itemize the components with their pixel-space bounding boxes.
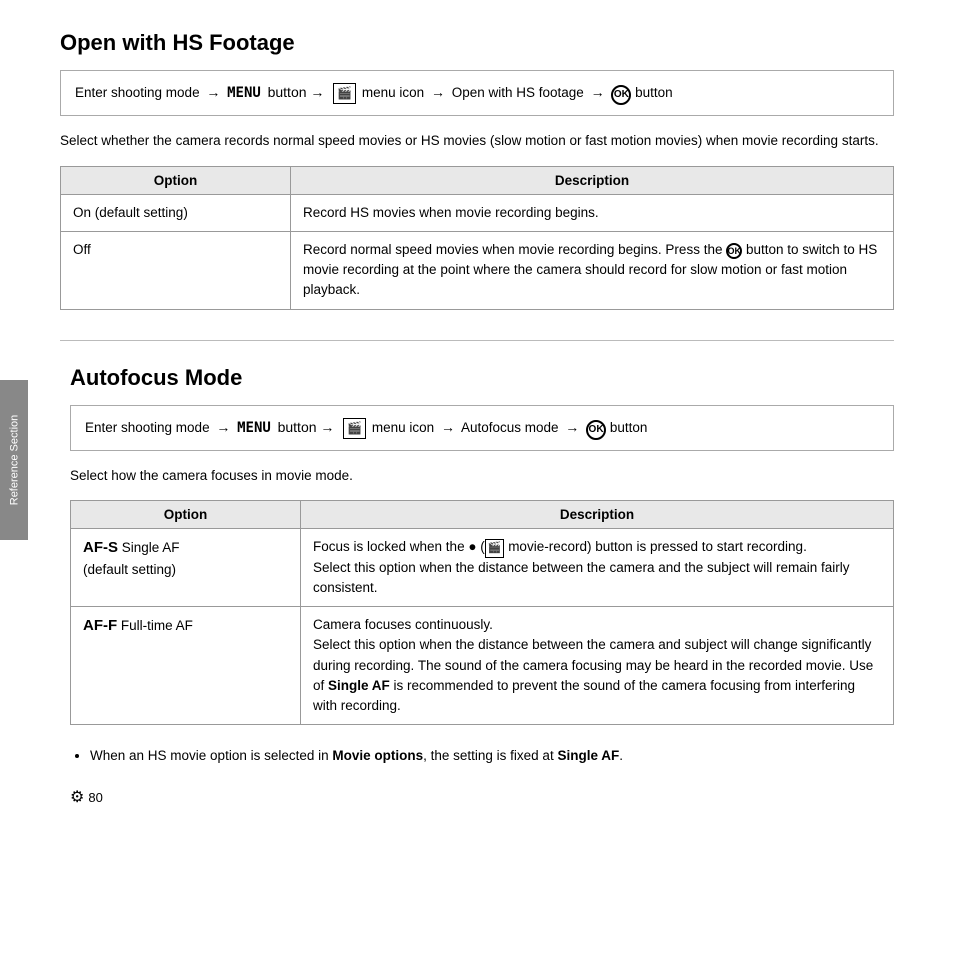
section2-instruction-box: Enter shooting mode → MENU button → 🎬 me…	[70, 405, 894, 451]
s2-arrow2: button →	[278, 419, 335, 435]
section-divider	[60, 340, 894, 341]
table-row: AF-F Full-time AF Camera focuses continu…	[71, 607, 894, 725]
arrow2: button →	[268, 84, 325, 100]
s2-arrow4: →	[565, 419, 579, 435]
arrow3: →	[431, 84, 445, 100]
row1-option: On (default setting)	[61, 194, 291, 231]
arrow1: →	[206, 84, 220, 100]
afs-suffix: Single AF	[122, 540, 180, 555]
row1-description: Record HS movies when movie recording be…	[291, 194, 894, 231]
s2-path-text: Autofocus mode	[461, 420, 562, 435]
row2-option: Off	[61, 231, 291, 309]
movie-record-icon: 🎬	[485, 539, 505, 558]
sidebar-tab-label: Reference Section	[8, 415, 20, 506]
path-text: Open with HS footage	[452, 85, 588, 100]
table1-header-option: Option	[61, 166, 291, 194]
bold-single-af: Single AF	[328, 678, 390, 693]
s2-arrow1: →	[216, 419, 230, 435]
table-row: On (default setting) Record HS movies wh…	[61, 194, 894, 231]
aff-option: AF-F Full-time AF	[71, 607, 301, 725]
s2-menu-icon-text: menu icon	[372, 420, 438, 435]
afs-sub: (default setting)	[83, 562, 176, 577]
s2-arrow3: →	[441, 419, 455, 435]
bullet-list: When an HS movie option is selected in M…	[90, 745, 894, 767]
section2-title: Autofocus Mode	[70, 365, 894, 391]
table1-header-description: Description	[291, 166, 894, 194]
movie-icon-1: 🎬	[333, 83, 356, 104]
page-footer: ⚙ 80	[70, 787, 894, 807]
section1-instruction-box: Enter shooting mode → MENU button → 🎬 me…	[60, 70, 894, 116]
table2-header-option: Option	[71, 501, 301, 529]
section1-intro: Select whether the camera records normal…	[60, 130, 894, 152]
section2-intro: Select how the camera focuses in movie m…	[70, 465, 894, 487]
aff-description: Camera focuses continuously. Select this…	[301, 607, 894, 725]
aff-suffix: Full-time AF	[121, 618, 193, 633]
s2-instruction-prefix: Enter shooting mode	[85, 420, 213, 435]
page-number: 80	[88, 790, 102, 805]
table-row: AF-S Single AF (default setting) Focus i…	[71, 529, 894, 607]
aff-label: AF-F	[83, 617, 117, 634]
section1-title: Open with HS Footage	[60, 30, 894, 56]
section2-table: Option Description AF-S Single AF (defau…	[70, 500, 894, 725]
table2-header-description: Description	[301, 501, 894, 529]
arrow4: →	[591, 84, 605, 100]
s2-menu-button-label: MENU	[237, 420, 271, 436]
ok-icon-inline: OK	[726, 243, 742, 259]
menu-icon-text: menu icon	[362, 85, 428, 100]
section1-table: Option Description On (default setting) …	[60, 166, 894, 310]
afs-option: AF-S Single AF (default setting)	[71, 529, 301, 607]
bold-movie-options: Movie options	[332, 748, 423, 763]
button-suffix: button	[635, 85, 673, 100]
section-open-hs-footage: Open with HS Footage Enter shooting mode…	[60, 30, 894, 310]
s2-button-suffix: button	[610, 420, 648, 435]
afs-description: Focus is locked when the ● (🎬 movie-reco…	[301, 529, 894, 607]
menu-button-label: MENU	[227, 85, 261, 101]
s2-movie-icon: 🎬	[343, 418, 366, 439]
row2-description: Record normal speed movies when movie re…	[291, 231, 894, 309]
bold-single-af-2: Single AF	[557, 748, 619, 763]
ok-button-icon: OK	[611, 85, 631, 105]
s2-ok-button-icon: OK	[586, 420, 606, 440]
instruction-prefix: Enter shooting mode	[75, 85, 203, 100]
section-autofocus-mode: Autofocus Mode Enter shooting mode → MEN…	[60, 365, 894, 807]
page-icon: ⚙	[70, 787, 84, 807]
reference-section-tab: Reference Section	[0, 380, 28, 540]
table-row: Off Record normal speed movies when movi…	[61, 231, 894, 309]
bullet-item: When an HS movie option is selected in M…	[90, 745, 894, 767]
afs-label: AF-S	[83, 539, 118, 556]
